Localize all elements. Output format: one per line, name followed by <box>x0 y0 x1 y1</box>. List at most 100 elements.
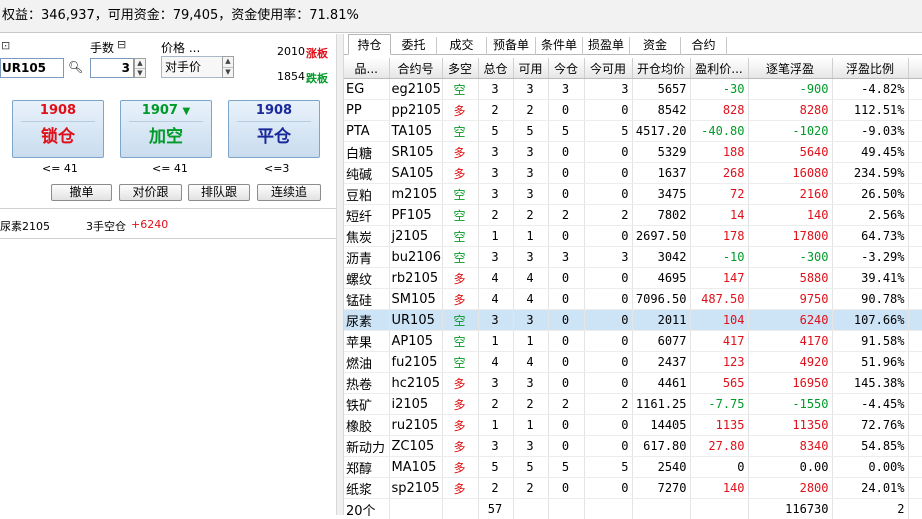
close-price: 1908 <box>237 101 311 122</box>
col-header-direction[interactable]: 多空 <box>442 58 478 79</box>
tab-contracts[interactable]: 合约 <box>681 37 727 55</box>
cell-contract: UR105 <box>389 310 442 331</box>
col-header-available[interactable]: 可用 <box>513 58 548 79</box>
cell-today: 0 <box>548 142 584 163</box>
col-header-today[interactable]: 今仓 <box>548 58 584 79</box>
table-row[interactable]: 燃油fu2105空44002437123492051.96% <box>344 352 922 373</box>
cell-today: 3 <box>548 247 584 268</box>
cell-open-avg: 1161.25 <box>632 394 690 415</box>
follow-queue-button[interactable]: 排队跟 <box>188 184 250 201</box>
cell-product: 苹果 <box>344 331 389 352</box>
search-icon[interactable]: 🔍︎ <box>68 60 83 74</box>
cell-today-available: 2 <box>584 394 632 415</box>
tab-stop-orders[interactable]: 损盈单 <box>583 37 630 55</box>
contract-input[interactable]: UR105 <box>0 58 64 78</box>
table-row[interactable]: 锰硅SM105多44007096.50487.50975090.78% <box>344 289 922 310</box>
price-stepper[interactable]: ▲▼ <box>222 56 234 78</box>
footer-cell <box>908 499 922 519</box>
tab-prepared-orders[interactable]: 预备单 <box>487 37 536 55</box>
cancel-order-button[interactable]: 撤单 <box>51 184 112 201</box>
qty-preset-icon[interactable]: ⊟ <box>117 38 126 51</box>
table-row[interactable]: 热卷hc2105多3300446156516950145.38% <box>344 373 922 394</box>
table-row[interactable]: 苹果AP105空11006077417417091.58% <box>344 331 922 352</box>
cell-open-avg: 4695 <box>632 268 690 289</box>
footer-cell <box>442 499 478 519</box>
cell-direction: 空 <box>442 310 478 331</box>
tab-orders[interactable]: 委托 <box>391 37 437 55</box>
cell-pnl-ratio: 24.01% <box>832 478 908 499</box>
lock-position-button[interactable]: 1908 锁仓 <box>12 100 104 158</box>
col-header-product[interactable]: 品... <box>344 58 389 79</box>
panel-splitter[interactable] <box>336 34 344 515</box>
cell-pnl-ratio: 90.78% <box>832 289 908 310</box>
cell-spacer <box>908 289 922 310</box>
cell-pnl-ratio: 112.51% <box>832 100 908 121</box>
cell-spacer <box>908 205 922 226</box>
tab-trades[interactable]: 成交 <box>437 37 487 55</box>
col-header-total[interactable]: 总仓 <box>478 58 513 79</box>
table-row[interactable]: 沥青bu2106空33333042-10-300-3.29% <box>344 247 922 268</box>
cell-product: 锰硅 <box>344 289 389 310</box>
lock-toggle-icon[interactable]: ⊡ <box>1 39 10 52</box>
continuous-chase-button[interactable]: 连续追 <box>257 184 321 201</box>
price-label[interactable]: 价格 ... <box>161 39 200 56</box>
table-row[interactable]: 白糖SR105多33005329188564049.45% <box>344 142 922 163</box>
table-row[interactable]: 尿素UR105空330020111046240107.66% <box>344 310 922 331</box>
col-header-today-available[interactable]: 今可用 <box>584 58 632 79</box>
table-row[interactable]: PPpp2105多220085428288280112.51% <box>344 100 922 121</box>
close-position-button[interactable]: 1908 平仓 <box>228 100 320 158</box>
cell-open-avg: 2437 <box>632 352 690 373</box>
col-header-open-avg[interactable]: 开仓均价 <box>632 58 690 79</box>
qty-label: 手数 <box>90 39 114 56</box>
cell-spacer <box>908 247 922 268</box>
table-header-row: 品...合约号多空总仓可用今仓今可用开仓均价盈利价...逐笔浮盈浮盈比例 <box>344 58 922 79</box>
table-row[interactable]: EGeg2105空33335657-30-900-4.82% <box>344 79 922 100</box>
cell-today-available: 0 <box>584 184 632 205</box>
table-row[interactable]: 纸浆sp2105多22007270140280024.01% <box>344 478 922 499</box>
cell-floating-pnl: 4920 <box>748 352 832 373</box>
cell-floating-pnl: -1550 <box>748 394 832 415</box>
cell-contract: ru2105 <box>389 415 442 436</box>
down-arrow-icon: ▼ <box>183 106 191 117</box>
tab-funds[interactable]: 资金 <box>630 37 681 55</box>
table-row[interactable]: 豆粕m2105空3300347572216026.50% <box>344 184 922 205</box>
col-header-pnl-ratio[interactable]: 浮盈比例 <box>832 58 908 79</box>
cell-profit-price: -40.80 <box>690 121 748 142</box>
tab-conditional-orders[interactable]: 条件单 <box>536 37 583 55</box>
table-row[interactable]: 铁矿i2105多22221161.25-7.75-1550-4.45% <box>344 394 922 415</box>
qty-stepper[interactable]: ▲▼ <box>134 58 146 78</box>
cell-direction: 多 <box>442 163 478 184</box>
table-row[interactable]: 短纤PF105空22227802141402.56% <box>344 205 922 226</box>
add-short-button[interactable]: 1907 ▼ 加空 <box>120 100 212 158</box>
col-header-floating-pnl[interactable]: 逐笔浮盈 <box>748 58 832 79</box>
cell-today-available: 0 <box>584 373 632 394</box>
price-type-select[interactable]: 对手价 <box>161 56 225 78</box>
cell-available: 1 <box>513 331 548 352</box>
table-row[interactable]: 纯碱SA105多3300163726816080234.59% <box>344 163 922 184</box>
cell-today-available: 0 <box>584 289 632 310</box>
table-row[interactable]: PTATA105空55554517.20-40.80-1020-9.03% <box>344 121 922 142</box>
table-row[interactable]: 橡胶ru2105多11001440511351135072.76% <box>344 415 922 436</box>
cell-today: 0 <box>548 184 584 205</box>
cell-today: 5 <box>548 457 584 478</box>
col-header-profit-price[interactable]: 盈利价... <box>690 58 748 79</box>
cell-contract: m2105 <box>389 184 442 205</box>
add-short-label: 加空 <box>121 122 211 152</box>
table-row[interactable]: 螺纹rb2105多44004695147588039.41% <box>344 268 922 289</box>
table-row[interactable]: 郑醇MA105多5555254000.000.00% <box>344 457 922 478</box>
cell-available: 2 <box>513 205 548 226</box>
table-row[interactable]: 焦炭j2105空11002697.501781780064.73% <box>344 226 922 247</box>
qty-input[interactable]: 3 <box>90 58 134 78</box>
tab-positions[interactable]: 持仓 <box>348 34 391 55</box>
cell-pnl-ratio: -4.45% <box>832 394 908 415</box>
follow-counter-price-button[interactable]: 对价跟 <box>119 184 182 201</box>
cell-product: 燃油 <box>344 352 389 373</box>
cell-total: 3 <box>478 184 513 205</box>
add-short-price: 1907 ▼ <box>129 101 203 122</box>
cell-spacer <box>908 226 922 247</box>
lock-limit: <= 41 <box>42 162 78 175</box>
cell-pnl-ratio: 26.50% <box>832 184 908 205</box>
cell-product: 郑醇 <box>344 457 389 478</box>
col-header-contract[interactable]: 合约号 <box>389 58 442 79</box>
table-row[interactable]: 新动力ZC105多3300617.8027.80834054.85% <box>344 436 922 457</box>
